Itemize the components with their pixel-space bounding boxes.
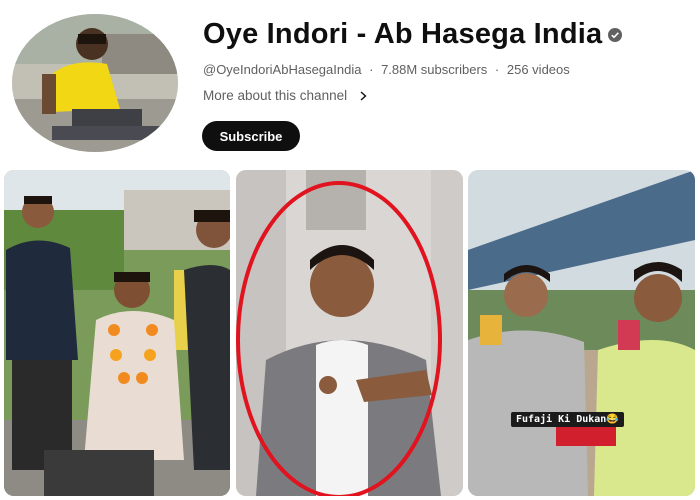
short-1-image <box>4 170 230 496</box>
channel-handle: @OyeIndoriAbHasegaIndia <box>203 62 362 77</box>
subscriber-count: 7.88M subscribers <box>381 62 488 77</box>
short-thumbnail-2[interactable] <box>236 170 463 496</box>
chevron-right-icon <box>360 90 367 101</box>
meta-separator: · <box>369 62 374 77</box>
subscribe-button[interactable]: Subscribe <box>202 121 300 151</box>
short-2-image <box>236 170 463 496</box>
channel-title-row: Oye Indori - Ab Hasega India <box>203 18 623 51</box>
more-about-label: More about this channel <box>203 88 348 103</box>
avatar-image <box>12 14 178 152</box>
channel-avatar[interactable] <box>12 14 178 152</box>
channel-meta: @OyeIndoriAbHasegaIndia · 7.88M subscrib… <box>203 62 570 77</box>
video-count: 256 videos <box>506 62 570 77</box>
meta-separator: · <box>494 62 500 77</box>
verified-check-icon <box>608 27 623 42</box>
channel-name: Oye Indori - Ab Hasega India <box>203 18 603 50</box>
short-thumbnail-3[interactable]: Fufaji Ki Dukan😂 <box>468 170 695 496</box>
short-thumbnail-1[interactable] <box>4 170 230 496</box>
more-about-channel-link[interactable]: More about this channel <box>203 88 369 103</box>
short-3-caption: Fufaji Ki Dukan😂 <box>511 412 624 427</box>
short-3-image <box>468 170 695 496</box>
channel-header: Oye Indori - Ab Hasega India @OyeIndoriA… <box>0 0 700 160</box>
